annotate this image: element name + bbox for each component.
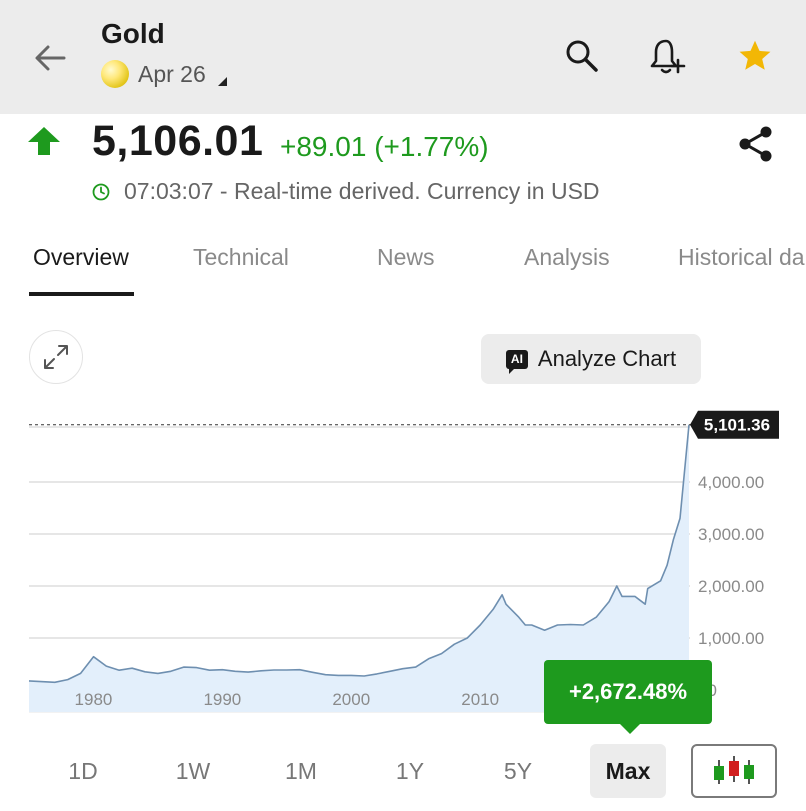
watchlist-star-button[interactable] <box>735 36 775 76</box>
quote-time-status: 07:03:07 - Real-time derived. Currency i… <box>124 178 600 204</box>
tab-news[interactable]: News <box>377 244 435 271</box>
last-price: 5,106.01 <box>92 117 264 165</box>
chart-type-button[interactable] <box>691 744 777 798</box>
search-button[interactable] <box>562 36 602 76</box>
bell-plus-icon <box>650 39 686 74</box>
range-5y[interactable]: 5Y <box>485 744 551 798</box>
tab-technical[interactable]: Technical <box>193 244 289 271</box>
dropdown-caret-icon <box>217 76 227 86</box>
range-max[interactable]: Max <box>590 744 666 798</box>
active-tab-indicator <box>29 292 134 296</box>
x-tick-label: 2000 <box>332 690 370 709</box>
expand-chart-button[interactable] <box>29 330 83 384</box>
instrument-title: Gold <box>101 18 165 49</box>
x-tick-label: 2010 <box>461 690 499 709</box>
y-tick-label: 2,000.00 <box>698 577 764 596</box>
range-1w[interactable]: 1W <box>160 744 226 798</box>
gold-coin-icon <box>101 60 129 88</box>
range-1y[interactable]: 1Y <box>377 744 443 798</box>
tab-historical-data[interactable]: Historical da <box>678 244 805 271</box>
range-1d[interactable]: 1D <box>50 744 116 798</box>
tab-analysis[interactable]: Analysis <box>524 244 610 271</box>
analyze-chart-label: Analyze Chart <box>537 346 677 371</box>
x-tick-label: 1990 <box>203 690 241 709</box>
y-tick-label: 4,000.00 <box>698 473 764 492</box>
quote-status: 07:03:07 - Real-time derived. Currency i… <box>92 178 600 205</box>
share-button[interactable] <box>736 124 776 169</box>
candlestick-icon <box>714 756 754 784</box>
contract-month: Apr 26 <box>138 60 206 87</box>
share-icon <box>739 126 772 162</box>
price-change: +89.01 (+1.77%) <box>280 131 489 162</box>
ai-badge-icon: AI <box>505 349 528 374</box>
expand-icon <box>44 345 68 369</box>
y-tick-label: 3,000.00 <box>698 525 764 544</box>
y-tick-label: 1,000.00 <box>698 629 764 648</box>
contract-selector[interactable]: Apr 26 <box>101 60 227 88</box>
last-price-label: 5,101.36 <box>704 416 770 435</box>
back-button[interactable] <box>30 38 70 78</box>
range-selector: 1D 1W 1M 1Y 5Y Max <box>0 744 806 800</box>
search-icon <box>566 40 598 72</box>
tab-overview[interactable]: Overview <box>33 244 129 271</box>
analyze-chart-button[interactable]: AI Analyze Chart <box>481 334 701 384</box>
back-arrow-icon <box>35 45 66 71</box>
range-1m[interactable]: 1M <box>268 744 334 798</box>
up-arrow-icon <box>28 127 60 155</box>
app-header: Gold Apr 26 <box>0 0 806 114</box>
star-icon <box>739 40 771 70</box>
performance-badge: +2,672.48% <box>544 660 712 734</box>
alert-button[interactable] <box>648 36 688 76</box>
section-tabs: Overview Technical News Analysis Histori… <box>0 236 806 298</box>
clock-icon <box>92 183 110 200</box>
x-tick-label: 1980 <box>75 690 113 709</box>
